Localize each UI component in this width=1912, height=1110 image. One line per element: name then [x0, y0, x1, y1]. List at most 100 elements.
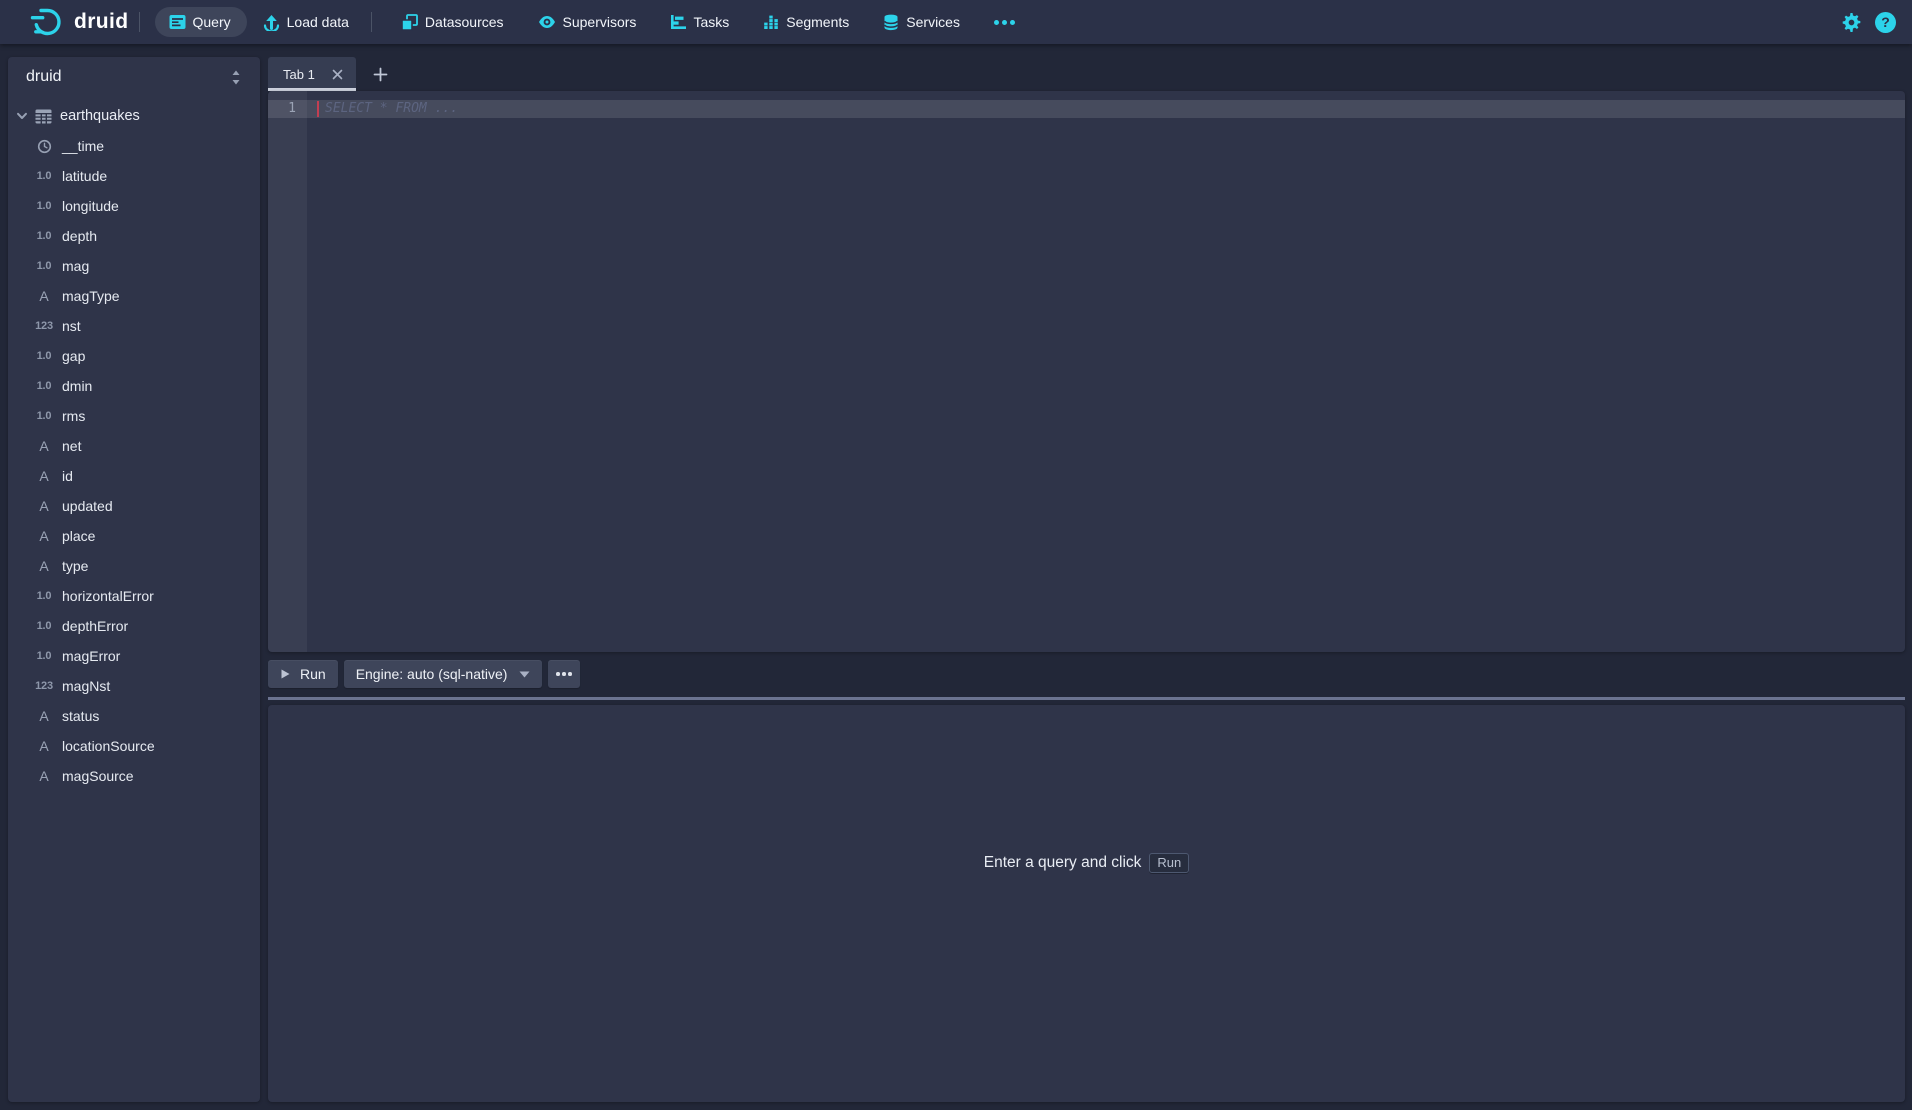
help-icon: ? — [1875, 12, 1896, 33]
datasource-earthquakes[interactable]: earthquakes — [8, 101, 260, 131]
schema-selector[interactable]: druid — [8, 57, 260, 97]
tab-1[interactable]: Tab 1 — [268, 57, 356, 91]
more-ellipsis-icon — [556, 672, 572, 676]
column-horizontalError[interactable]: 1.0 horizontalError — [8, 581, 260, 611]
column-nst[interactable]: 123 nst — [8, 311, 260, 341]
nav-item-query[interactable]: Query — [155, 7, 247, 37]
nav-item-label: Supervisors — [563, 14, 637, 30]
active-line-highlight — [268, 100, 1905, 118]
column-mag[interactable]: 1.0 mag — [8, 251, 260, 281]
column-depthError[interactable]: 1.0 depthError — [8, 611, 260, 641]
navbar-divider — [139, 12, 140, 32]
column-latitude[interactable]: 1.0 latitude — [8, 161, 260, 191]
datasources-icon — [401, 14, 418, 31]
play-icon — [280, 668, 291, 680]
float-type-icon: 1.0 — [32, 590, 56, 602]
line-number: 1 — [268, 100, 307, 118]
datasource-label: earthquakes — [60, 108, 140, 124]
column-magType[interactable]: A magType — [8, 281, 260, 311]
add-tab-button[interactable] — [368, 57, 394, 91]
nav-item-label: Tasks — [693, 14, 729, 30]
column-list: earthquakes __time 1.0 latitude 1.0 long… — [8, 101, 260, 791]
engine-select-button[interactable]: Engine: auto (sql-native) — [344, 660, 543, 688]
column-longitude[interactable]: 1.0 longitude — [8, 191, 260, 221]
string-type-icon: A — [32, 738, 56, 754]
float-type-icon: 1.0 — [32, 650, 56, 662]
query-more-button[interactable] — [548, 660, 580, 688]
column-id[interactable]: A id — [8, 461, 260, 491]
column-__time[interactable]: __time — [8, 131, 260, 161]
run-button-label: Run — [300, 666, 326, 682]
clock-icon — [37, 139, 52, 154]
column-tree-sidebar: druid earthquakes __time 1.0 latitude 1.… — [8, 57, 260, 1102]
column-magError[interactable]: 1.0 magError — [8, 641, 260, 671]
string-type-icon: A — [32, 708, 56, 724]
close-icon — [332, 69, 343, 80]
empty-message-text: Enter a query and click — [984, 854, 1142, 872]
druid-logo[interactable]: druid — [30, 5, 129, 39]
column-status[interactable]: A status — [8, 701, 260, 731]
column-rms[interactable]: 1.0 rms — [8, 401, 260, 431]
tab-strip: Tab 1 — [268, 57, 1905, 91]
nav-item-tasks[interactable]: Tasks — [668, 7, 731, 37]
integer-type-icon: 123 — [32, 680, 56, 692]
column-updated[interactable]: A updated — [8, 491, 260, 521]
empty-results-message: Enter a query and click Run — [984, 853, 1190, 873]
float-type-icon: 1.0 — [32, 200, 56, 212]
nav-item-label: Services — [906, 14, 960, 30]
query-editor[interactable]: 1 SELECT * FROM ... — [268, 91, 1905, 652]
gear-icon — [1841, 12, 1862, 33]
segments-icon — [763, 14, 779, 30]
float-type-icon: 1.0 — [32, 230, 56, 242]
editor-placeholder: SELECT * FROM ... — [325, 100, 458, 118]
nav-more-menu[interactable] — [992, 7, 1017, 37]
nav-item-label: Segments — [786, 14, 849, 30]
load-data-icon — [263, 14, 280, 31]
string-type-icon: A — [32, 468, 56, 484]
nav-item-supervisors[interactable]: Supervisors — [536, 7, 639, 37]
nav-item-load-data[interactable]: Load data — [255, 7, 357, 37]
pane-splitter[interactable] — [268, 697, 1905, 700]
nav-item-label: Datasources — [425, 14, 504, 30]
float-type-icon: 1.0 — [32, 380, 56, 392]
string-type-icon: A — [32, 528, 56, 544]
float-type-icon: 1.0 — [32, 410, 56, 422]
column-net[interactable]: A net — [8, 431, 260, 461]
column-dmin[interactable]: 1.0 dmin — [8, 371, 260, 401]
chevron-down-icon — [16, 110, 28, 122]
float-type-icon: 1.0 — [32, 350, 56, 362]
string-type-icon: A — [32, 558, 56, 574]
string-type-icon: A — [32, 438, 56, 454]
nav-item-services[interactable]: Services — [881, 7, 962, 37]
plus-icon — [373, 67, 388, 82]
clock-icon — [32, 139, 56, 154]
float-type-icon: 1.0 — [32, 260, 56, 272]
druid-logo-icon — [30, 5, 66, 39]
settings-button[interactable] — [1841, 12, 1862, 33]
column-locationSource[interactable]: A locationSource — [8, 731, 260, 761]
column-place[interactable]: A place — [8, 521, 260, 551]
run-button[interactable]: Run — [268, 660, 338, 688]
tasks-icon — [670, 14, 686, 30]
run-key-badge: Run — [1149, 853, 1189, 873]
help-button[interactable]: ? — [1875, 12, 1896, 33]
nav-item-datasources[interactable]: Datasources — [386, 7, 506, 37]
column-magNst[interactable]: 123 magNst — [8, 671, 260, 701]
brand-title: druid — [74, 10, 129, 34]
column-depth[interactable]: 1.0 depth — [8, 221, 260, 251]
string-type-icon: A — [32, 288, 56, 304]
query-workbench: Tab 1 1 SELECT * FROM ... Run Engine: au… — [268, 57, 1905, 1102]
double-caret-vertical-icon — [230, 70, 242, 85]
nav-item-segments[interactable]: Segments — [761, 7, 851, 37]
column-magSource[interactable]: A magSource — [8, 761, 260, 791]
tab-label: Tab 1 — [283, 67, 315, 82]
text-cursor — [317, 101, 319, 117]
close-tab-button[interactable] — [329, 66, 346, 83]
string-type-icon: A — [32, 768, 56, 784]
column-type[interactable]: A type — [8, 551, 260, 581]
supervisors-icon — [538, 15, 556, 29]
services-icon — [883, 14, 899, 31]
schema-name: druid — [26, 68, 62, 86]
column-gap[interactable]: 1.0 gap — [8, 341, 260, 371]
navbar-links: Datasources Supervisors Tasks Segments — [386, 7, 1017, 37]
